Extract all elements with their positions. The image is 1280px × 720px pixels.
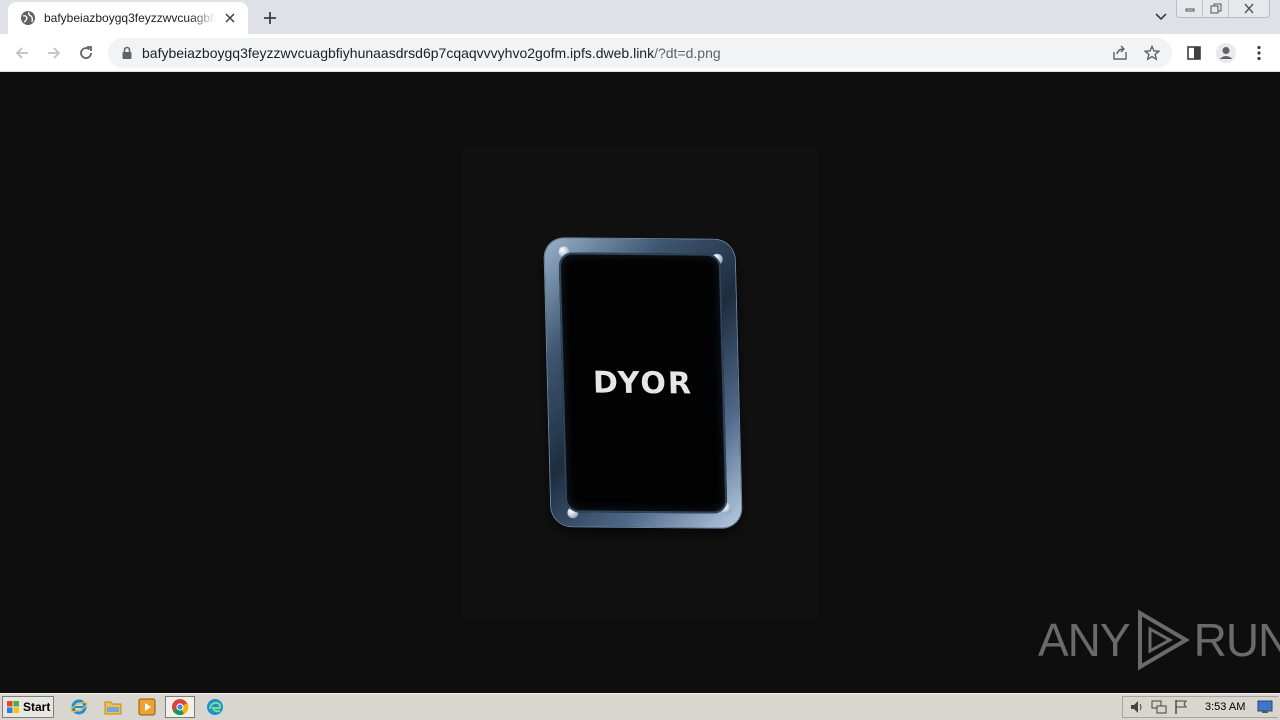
- restore-button[interactable]: [1203, 0, 1229, 17]
- kebab-menu-icon: [1257, 45, 1261, 61]
- address-bar[interactable]: bafybeiazboygq3feyzzwvcuagbfiyhunaasdrsd…: [108, 38, 1172, 68]
- minimize-button[interactable]: [1177, 0, 1203, 17]
- taskbar-clock[interactable]: 3:53 AM: [1205, 701, 1245, 713]
- folder-icon: [104, 701, 122, 715]
- share-button[interactable]: [1108, 41, 1132, 65]
- star-icon: [1144, 45, 1160, 61]
- close-icon: [1244, 3, 1254, 14]
- close-window-button[interactable]: [1229, 0, 1269, 17]
- watermark-left-text: ANY: [1038, 614, 1131, 666]
- play-logo-icon: [1137, 609, 1190, 671]
- reload-button[interactable]: [72, 39, 100, 67]
- chevron-down-icon: [1155, 13, 1167, 21]
- reload-icon: [80, 46, 92, 59]
- browser-toolbar: bafybeiazboygq3feyzzwvcuagbfiyhunaasdrsd…: [0, 34, 1280, 72]
- forward-button[interactable]: [40, 39, 68, 67]
- taskbar-chrome[interactable]: [165, 696, 195, 718]
- window-controls: [1176, 0, 1270, 18]
- taskbar-ie[interactable]: [66, 696, 92, 718]
- globe-icon: [21, 11, 35, 25]
- show-desktop-icon[interactable]: [1257, 700, 1273, 714]
- minimize-icon: [1185, 8, 1194, 11]
- url-text: bafybeiazboygq3feyzzwvcuagbfiyhunaasdrsd…: [142, 45, 721, 61]
- url-host: bafybeiazboygq3feyzzwvcuagbfiyhunaasdrsd…: [142, 45, 655, 61]
- taskbar-edge[interactable]: [202, 696, 228, 718]
- side-panel-icon: [1187, 46, 1201, 60]
- back-button[interactable]: [8, 39, 36, 67]
- browser-tab-active[interactable]: bafybeiazboygq3feyzzwvcuagbfiyhunaasdrsd…: [8, 2, 248, 34]
- menu-button[interactable]: [1245, 39, 1273, 67]
- windows-taskbar: Start 3:53 AM: [0, 693, 1280, 720]
- watermark-right-text: RUN: [1193, 614, 1280, 666]
- plus-icon: [264, 12, 276, 24]
- network-icon[interactable]: [1151, 699, 1167, 715]
- omnibox-actions: [1108, 41, 1164, 65]
- share-icon: [1113, 45, 1127, 60]
- tab-search-button[interactable]: [1150, 6, 1172, 28]
- card-label: DYOR: [592, 365, 694, 401]
- profile-avatar-icon: [1216, 43, 1236, 63]
- volume-icon[interactable]: [1129, 699, 1145, 715]
- start-button[interactable]: Start: [2, 696, 54, 718]
- arrow-left-icon: [15, 47, 28, 59]
- chrome-icon: [172, 699, 189, 716]
- anyrun-watermark: ANY RUN: [1038, 609, 1280, 671]
- tab-strip: bafybeiazboygq3feyzzwvcuagbfiyhunaasdrsd…: [0, 0, 1280, 34]
- restore-icon: [1210, 3, 1221, 14]
- lock-icon[interactable]: [120, 46, 134, 60]
- profile-button[interactable]: [1212, 39, 1240, 67]
- arrow-right-icon: [48, 47, 61, 59]
- action-center-flag-icon[interactable]: [1173, 699, 1189, 715]
- start-label: Start: [23, 700, 51, 714]
- media-player-icon: [138, 698, 156, 716]
- bookmark-button[interactable]: [1140, 41, 1164, 65]
- tab-close-icon[interactable]: [222, 10, 238, 26]
- taskbar-media-player[interactable]: [134, 696, 160, 718]
- edge-icon: [207, 699, 223, 715]
- new-tab-button[interactable]: [258, 6, 282, 30]
- page-viewport: DYOR ANY RUN: [0, 72, 1280, 693]
- tab-title: bafybeiazboygq3feyzzwvcuagbfiyhunaasdrsd…: [44, 11, 216, 25]
- windows-logo-icon: [7, 701, 19, 713]
- url-path: /?dt=d.png: [654, 45, 721, 61]
- internet-explorer-icon: [70, 699, 88, 715]
- side-panel-button[interactable]: [1180, 39, 1208, 67]
- displayed-image: DYOR: [462, 147, 818, 619]
- card-screen: DYOR: [558, 252, 728, 514]
- taskbar-explorer[interactable]: [100, 696, 126, 718]
- dyor-card-image: DYOR: [544, 238, 742, 528]
- notification-area: 3:53 AM: [1122, 696, 1278, 718]
